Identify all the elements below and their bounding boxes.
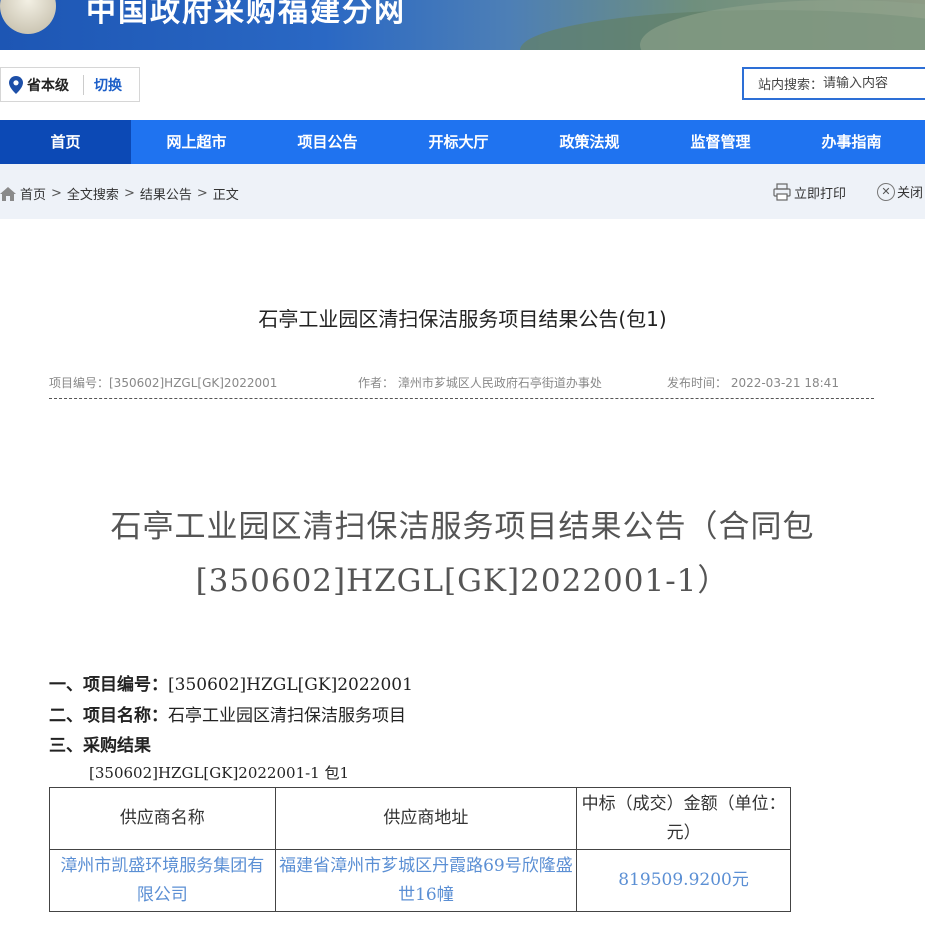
breadcrumb-result-notices[interactable]: 结果公告 (140, 184, 192, 203)
table-header-cell: 供应商地址 (274, 787, 578, 850)
print-label: 立即打印 (794, 186, 847, 202)
nav-item-supervision[interactable]: 监督管理 (655, 120, 786, 164)
banner-mountain (640, 0, 925, 50)
close-icon: ✕ (877, 182, 895, 201)
nav-item-home[interactable]: 首页 (0, 120, 131, 164)
breadcrumb-bar: 首页 > 全文搜索 > 结果公告 > 正文 立即打印 ✕ 关闭 (0, 164, 925, 219)
package-line: [350602]HZGL[GK]2022001-1 包1 (89, 764, 350, 782)
region-selector: 省本级 切换 (0, 67, 140, 102)
supplier-name-cell: 漳州市凯盛环境服务集团有限公司 (49, 849, 276, 912)
breadcrumb-fulltext-search[interactable]: 全文搜索 (67, 184, 119, 203)
breadcrumb-home[interactable]: 首页 (20, 184, 46, 203)
nav-item-online-mall[interactable]: 网上超市 (131, 120, 262, 164)
nav-item-project-notices[interactable]: 项目公告 (262, 120, 393, 164)
section-value: [350602]HZGL[GK]2022001 (168, 675, 413, 695)
home-icon (0, 186, 16, 201)
section-procurement-result: 三、采购结果 (49, 731, 151, 756)
section-label: 三、采购结果 (49, 736, 151, 756)
print-button[interactable]: 立即打印 (772, 182, 846, 202)
section-value: 石亭工业园区清扫保洁服务项目 (168, 706, 406, 726)
result-table: 供应商名称 供应商地址 中标（成交）金额（单位：元） 漳州市凯盛环境服务集团有限… (49, 787, 791, 912)
close-button[interactable]: ✕ 关闭 (877, 182, 923, 201)
document-title-line: 石亭工业园区清扫保洁服务项目结果公告（合同包 (110, 509, 815, 545)
breadcrumb-separator: > (123, 186, 135, 201)
section-label: 一、项目编号： (49, 675, 168, 695)
region-switch-link[interactable]: 切换 (94, 75, 122, 95)
site-banner: 中国政府采购福建分网 (0, 0, 925, 50)
section-label: 二、项目名称： (49, 706, 168, 726)
supplier-address-cell: 福建省漳州市芗城区丹霞路69号欣隆盛世16幢 (274, 849, 578, 912)
bid-amount-cell: 819509.9200元 (576, 849, 791, 912)
region-divider (83, 74, 84, 95)
section-project-name: 二、项目名称：石亭工业园区清扫保洁服务项目 (49, 701, 406, 726)
nav-item-policies[interactable]: 政策法规 (524, 120, 655, 164)
location-pin-icon (9, 75, 23, 94)
breadcrumb-separator: > (196, 186, 208, 201)
region-level: 省本级 (27, 77, 69, 94)
article-meta: 项目编号：[350602]HZGL[GK]2022001 作者： 漳州市芗城区人… (49, 372, 874, 399)
printer-icon (773, 183, 791, 201)
table-header-cell: 供应商名称 (49, 787, 276, 850)
table-row: 漳州市凯盛环境服务集团有限公司 福建省漳州市芗城区丹霞路69号欣隆盛世16幢 8… (49, 849, 791, 912)
nav-item-bid-hall[interactable]: 开标大厅 (393, 120, 524, 164)
search-input[interactable] (823, 76, 914, 91)
table-header-cell: 中标（成交）金额（单位：元） (576, 787, 791, 850)
meta-project-no: 项目编号：[350602]HZGL[GK]2022001 (49, 376, 278, 390)
section-project-no: 一、项目编号：[350602]HZGL[GK]2022001 (49, 670, 413, 695)
breadcrumb-separator: > (51, 186, 62, 201)
table-header-row: 供应商名称 供应商地址 中标（成交）金额（单位：元） (49, 787, 791, 850)
nav-item-guide[interactable]: 办事指南 (786, 120, 917, 164)
article-title: 石亭工业园区清扫保洁服务项目结果公告(包1) (258, 307, 667, 331)
document-title-line: [350602]HZGL[GK]2022001-1） (195, 563, 730, 599)
document-title: 石亭工业园区清扫保洁服务项目结果公告（合同包 [350602]HZGL[GK]2… (50, 500, 875, 608)
main-nav: 首页 网上超市 项目公告 开标大厅 政策法规 监督管理 办事指南 (0, 120, 925, 164)
search-label: 站内搜索： (758, 78, 824, 93)
meta-publish-time: 发布时间： 2022-03-21 18:41 (667, 376, 839, 390)
site-title: 中国政府采购福建分网 (86, 0, 406, 29)
close-label: 关闭 (897, 186, 924, 201)
emblem-logo (0, 0, 56, 34)
breadcrumb: 首页 > 全文搜索 > 结果公告 > 正文 (0, 184, 239, 203)
meta-author: 作者： 漳州市芗城区人民政府石亭街道办事处 (358, 376, 602, 390)
breadcrumb-current: 正文 (212, 188, 239, 203)
site-search: 站内搜索： (742, 67, 925, 100)
